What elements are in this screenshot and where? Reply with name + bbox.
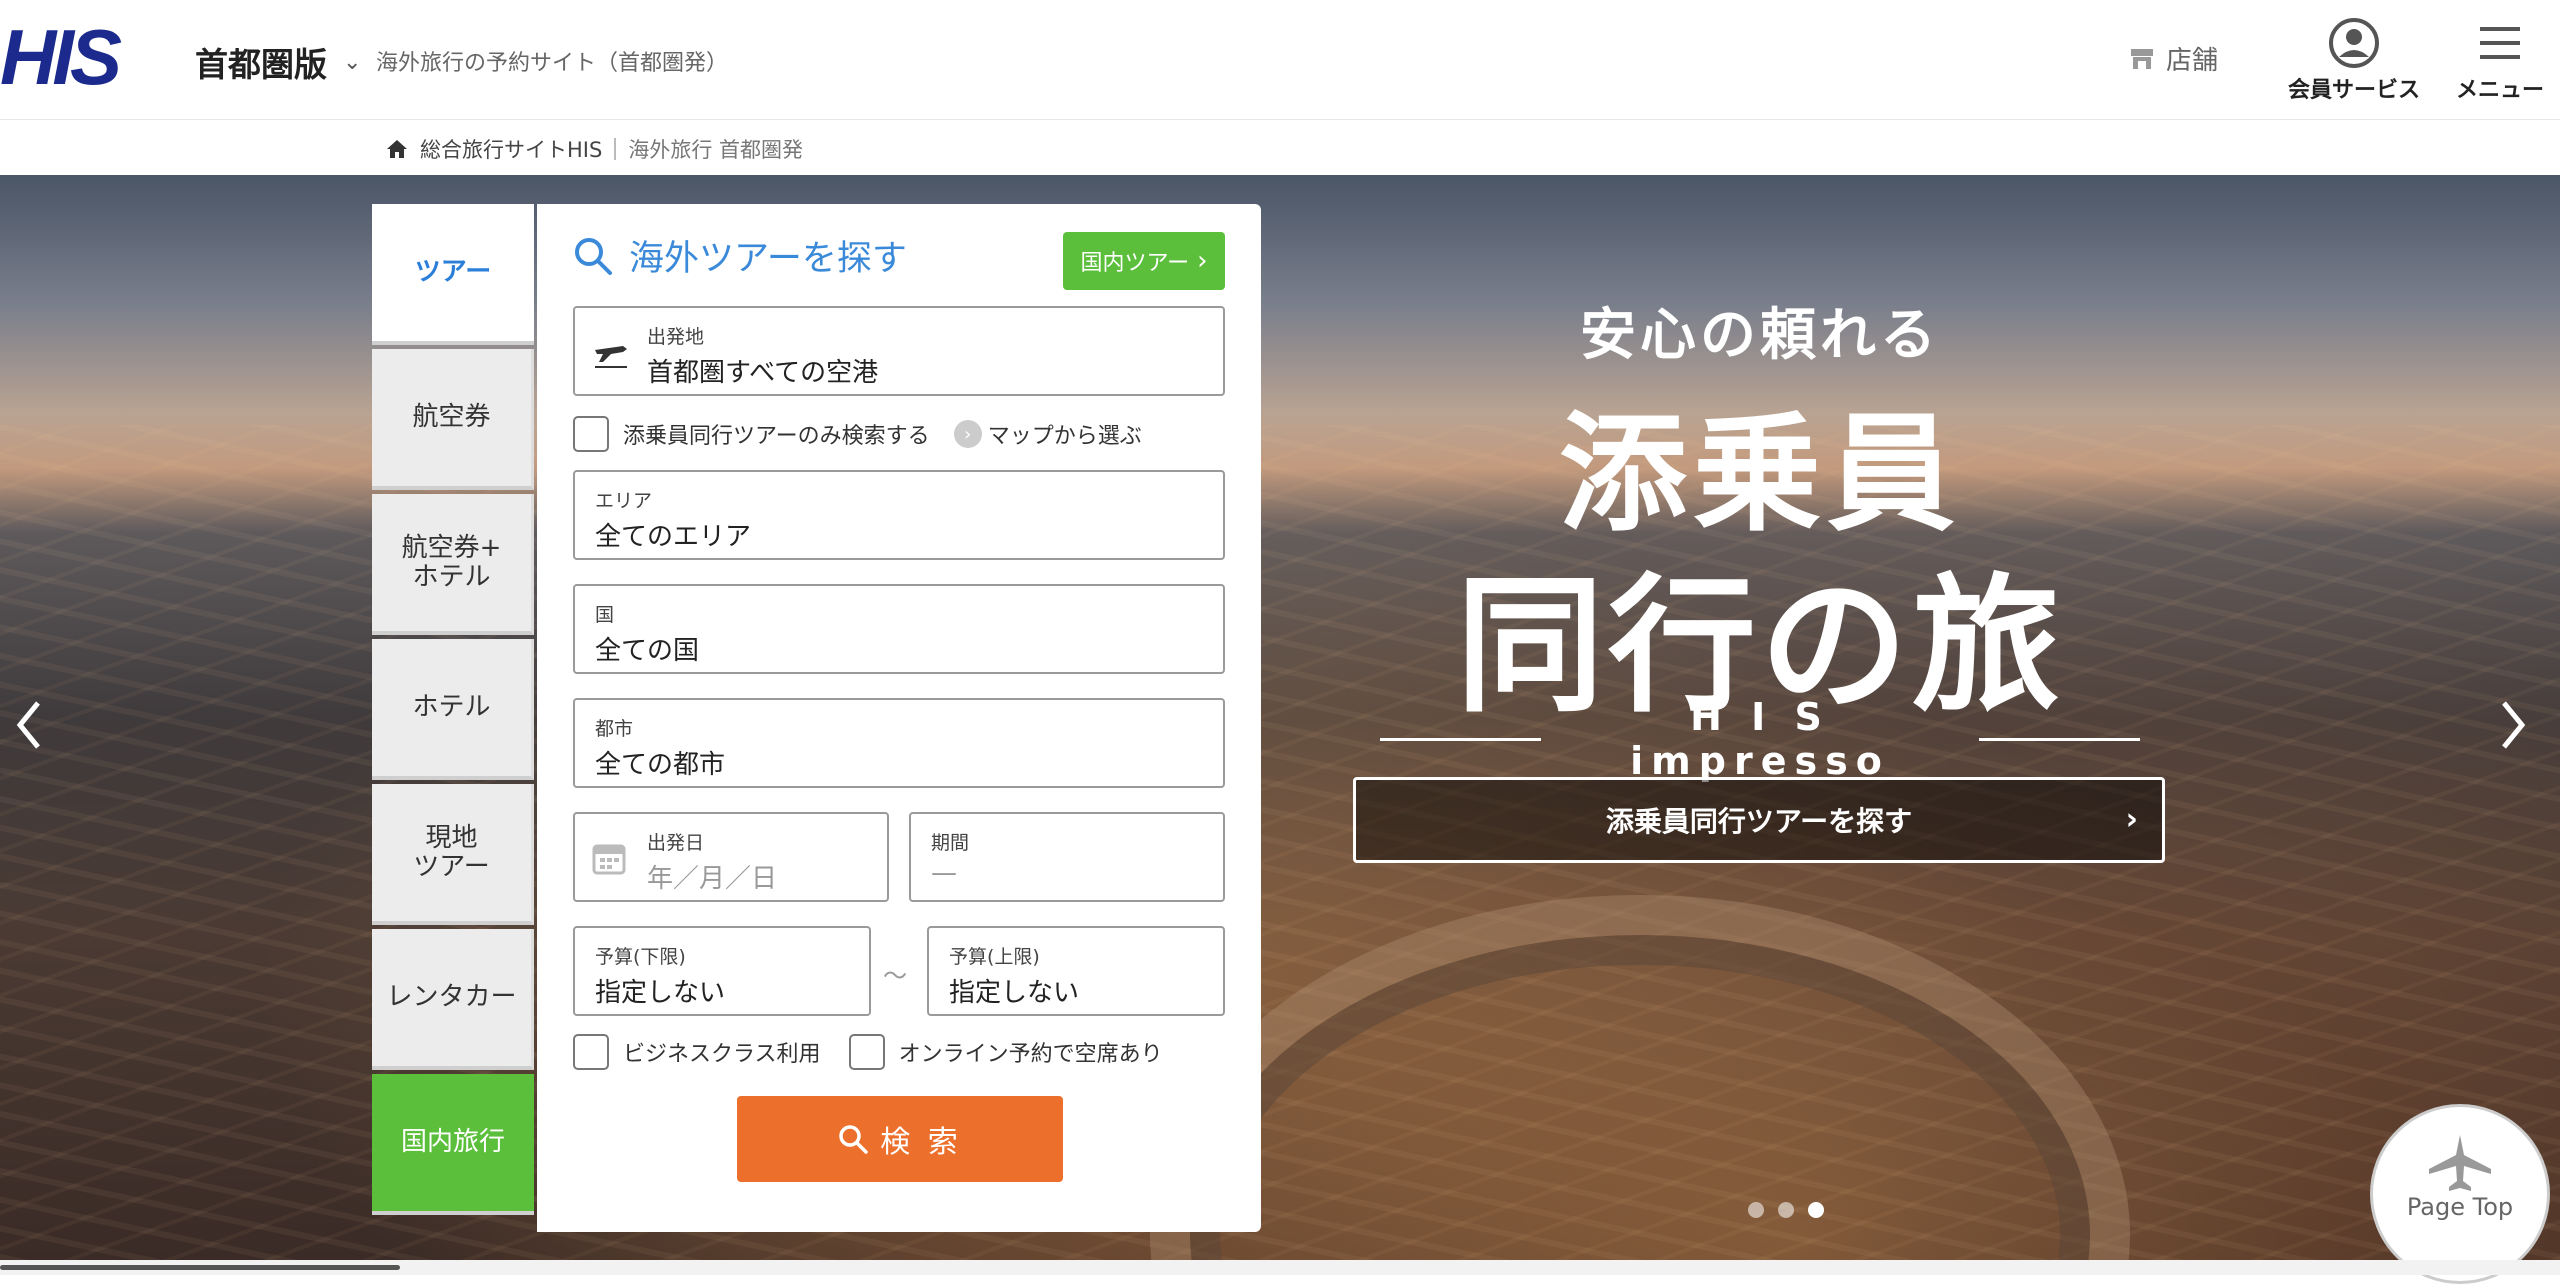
panel-title-text: 海外ツアーを探す <box>629 239 907 279</box>
options-row: ビジネスクラス利用 オンライン予約で空席あり <box>573 1034 1163 1070</box>
page-top-button[interactable]: Page Top <box>2370 1104 2550 1284</box>
chevron-right-icon <box>2502 701 2526 749</box>
region-label: 首都圏版 <box>195 45 327 84</box>
business-class-label: ビジネスクラス利用 <box>623 1042 821 1067</box>
tab-tour[interactable]: ツアー <box>372 204 534 345</box>
tab-air[interactable]: 航空券 <box>372 349 534 490</box>
site-tagline: 海外旅行の予約サイト（首都圏発） <box>376 51 729 76</box>
carousel-prev-button[interactable] <box>4 690 54 760</box>
city-select[interactable]: 都市 全ての都市 <box>573 698 1225 788</box>
departure-date-field[interactable]: 出発日 年／月／日 <box>573 812 889 902</box>
chevron-right-icon: › <box>2125 802 2138 837</box>
carousel-dot[interactable] <box>1778 1202 1794 1218</box>
page-top-label: Page Top <box>2406 1193 2514 1221</box>
search-icon <box>575 237 612 275</box>
map-select-link[interactable]: › マップから選ぶ <box>953 418 1142 450</box>
conductor-only-label: 添乗員同行ツアーのみ検索する <box>623 424 930 449</box>
search-button[interactable]: 検 索 <box>737 1096 1063 1182</box>
tab-air-hotel[interactable]: 航空券+ ホテル <box>372 494 534 635</box>
carousel-dot[interactable] <box>1748 1202 1764 1218</box>
carousel-next-button[interactable] <box>2488 690 2538 760</box>
member-service-button[interactable]: 会員サービス <box>2288 14 2420 104</box>
hero-subtitle: 安心の頼れる <box>1580 303 1940 368</box>
scrollbar-thumb[interactable] <box>0 1265 400 1270</box>
breadcrumb-separator <box>614 138 617 160</box>
duration-select[interactable]: 期間 — <box>909 812 1225 902</box>
divider <box>1979 737 2140 741</box>
business-class-checkbox[interactable] <box>573 1034 609 1070</box>
user-icon <box>2329 18 2379 68</box>
domestic-tour-button[interactable]: 国内ツアー › <box>1063 232 1225 290</box>
horizontal-scrollbar[interactable] <box>0 1260 2560 1275</box>
calendar-icon <box>592 844 626 875</box>
departure-field[interactable]: 出発地 首都圏すべての空港 <box>573 306 1225 396</box>
hamburger-icon <box>2480 27 2520 59</box>
hero-brand: H I S impresso <box>1380 695 2140 783</box>
chevron-right-icon: › <box>953 420 982 448</box>
breadcrumb-home[interactable]: 総合旅行サイトHIS <box>420 134 602 164</box>
search-panel: 海外ツアーを探す 国内ツアー › 出発地 首都圏すべての空港 添乗員同行ツアーの… <box>537 204 1261 1232</box>
menu-button[interactable]: メニュー <box>2456 14 2544 104</box>
home-icon <box>387 140 407 158</box>
online-available-checkbox[interactable] <box>848 1034 885 1070</box>
member-label: 会員サービス <box>2288 78 2421 103</box>
chevron-down-icon: ⌄ <box>343 49 362 75</box>
breadcrumb-current: 海外旅行 首都圏発 <box>628 138 804 162</box>
conductor-tour-cta-button[interactable]: 添乗員同行ツアーを探す › <box>1353 777 2165 863</box>
conductor-only-row: 添乗員同行ツアーのみ検索する › マップから選ぶ <box>573 416 1142 452</box>
airplane-icon <box>2429 1135 2491 1191</box>
search-icon <box>839 1125 868 1154</box>
tab-hotel[interactable]: ホテル <box>372 639 534 780</box>
tab-rental-car[interactable]: レンタカー <box>372 929 534 1070</box>
his-logo[interactable]: HIS <box>0 18 168 96</box>
conductor-only-checkbox[interactable] <box>573 416 609 452</box>
budget-range-separator: ～ <box>883 962 907 990</box>
svg-text:HIS: HIS <box>0 18 122 96</box>
store-link[interactable]: 店舗 <box>2130 40 2218 77</box>
panel-title: 海外ツアーを探す <box>573 230 907 281</box>
store-label: 店舗 <box>2166 46 2219 76</box>
online-available-label: オンライン予約で空席あり <box>898 1042 1163 1067</box>
tab-local-tour[interactable]: 現地 ツアー <box>372 784 534 925</box>
tab-domestic[interactable]: 国内旅行 <box>372 1074 534 1215</box>
carousel-dots <box>1748 1202 1824 1218</box>
area-select[interactable]: エリア 全てのエリア <box>573 470 1225 560</box>
region-selector[interactable]: 首都圏版 ⌄ <box>195 38 361 86</box>
store-icon <box>2131 48 2153 69</box>
country-select[interactable]: 国 全ての国 <box>573 584 1225 674</box>
divider <box>1380 737 1541 741</box>
carousel-dot-active[interactable] <box>1808 1202 1824 1218</box>
menu-label: メニュー <box>2456 78 2545 103</box>
chevron-left-icon <box>16 701 40 749</box>
budget-max-select[interactable]: 予算(上限) 指定しない <box>927 926 1225 1016</box>
chevron-right-icon: › <box>1197 246 1208 276</box>
breadcrumb: 総合旅行サイトHIS 海外旅行 首都圏発 <box>386 134 803 164</box>
budget-min-select[interactable]: 予算(下限) 指定しない <box>573 926 871 1016</box>
airplane-takeoff-icon <box>595 346 627 368</box>
site-header: HIS 首都圏版 ⌄ 海外旅行の予約サイト（首都圏発） 店舗 会員サービス メニ… <box>0 0 2560 120</box>
